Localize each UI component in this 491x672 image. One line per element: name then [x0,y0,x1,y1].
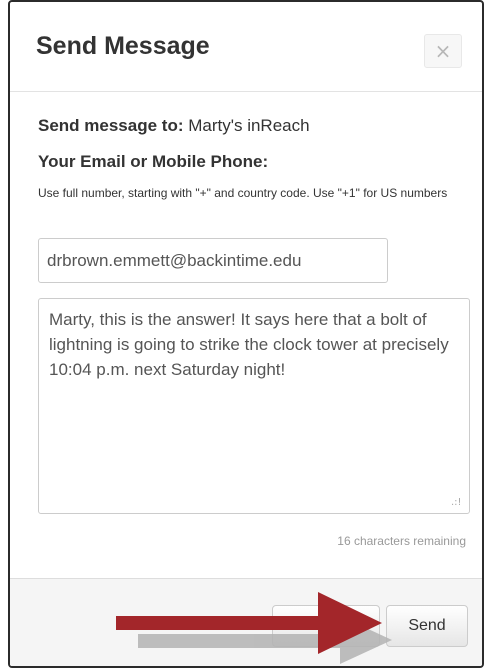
recipient-label: Send message to: [38,116,184,135]
cancel-button[interactable]: Cancel [272,605,380,647]
send-message-dialog: Send Message × Send message to: Marty's … [8,0,484,668]
message-textarea[interactable]: Marty, this is the answer! It says here … [38,298,470,514]
close-button[interactable]: × [424,34,462,68]
resize-handle-icon[interactable]: .:! [451,497,462,508]
dialog-header: Send Message × [10,2,482,92]
close-icon: × [434,39,452,63]
recipient-name: Marty's inReach [188,116,310,135]
send-button[interactable]: Send [386,605,468,647]
recipient-line: Send message to: Marty's inReach [38,116,310,136]
characters-remaining: 16 characters remaining [337,534,466,548]
email-field[interactable] [38,238,388,283]
dialog-title: Send Message [36,32,210,60]
contact-field-label: Your Email or Mobile Phone: [38,152,269,171]
contact-help-text: Use full number, starting with "+" and c… [38,186,448,200]
